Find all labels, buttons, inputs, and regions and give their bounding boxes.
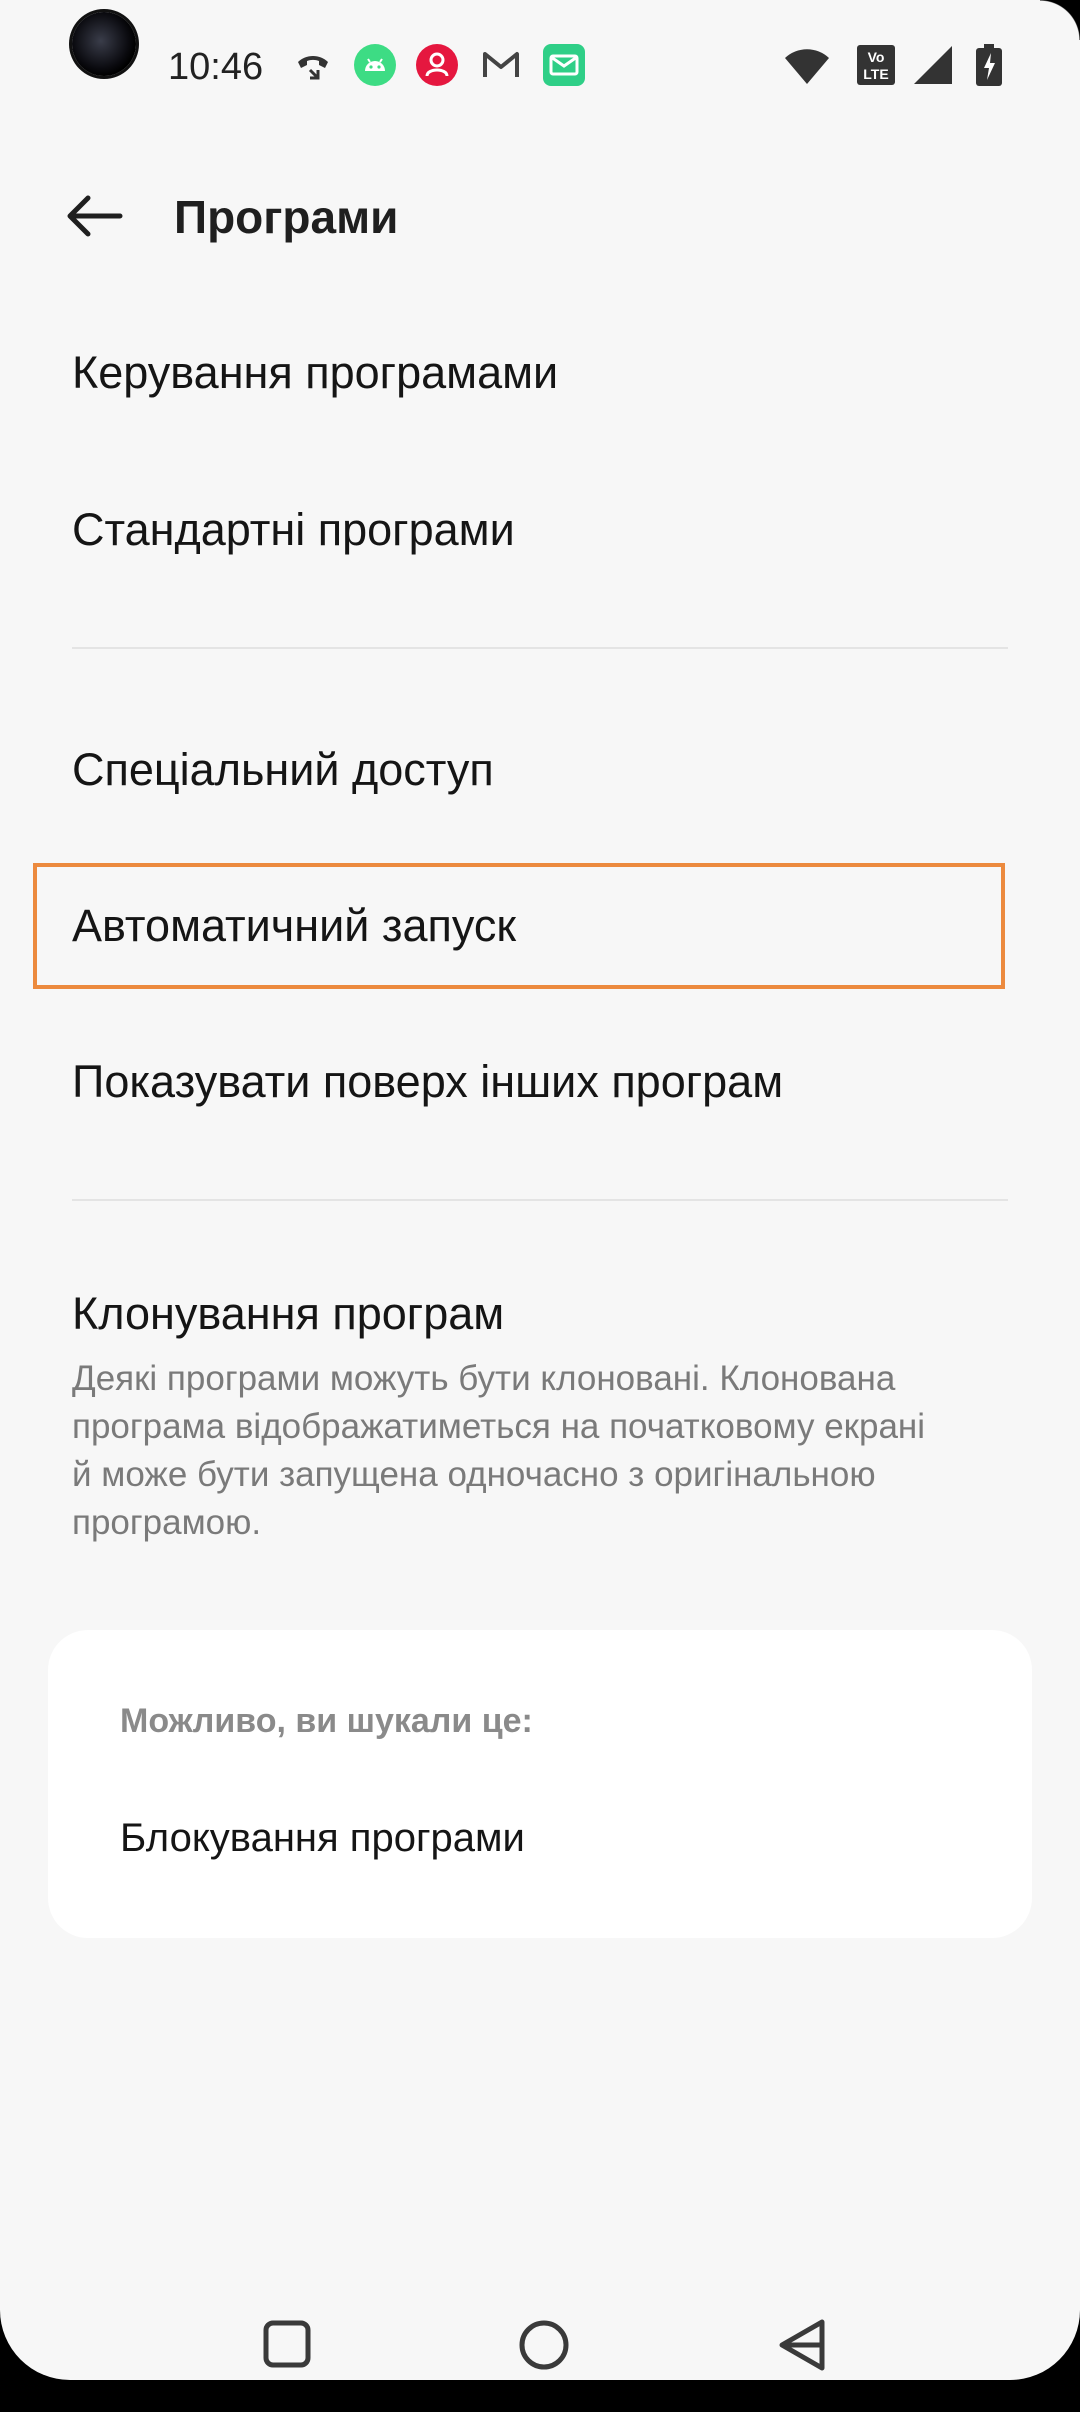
battery-icon	[976, 44, 1002, 86]
back-icon[interactable]	[779, 2319, 825, 2371]
app-cloner-description: Деякі програми можуть бути клоновані. Кл…	[72, 1355, 1012, 1547]
screen: 10:46 Vo LTE Програми Керування програма…	[0, 0, 1080, 2380]
page-title: Програми	[174, 191, 399, 243]
recents-icon[interactable]	[263, 2320, 311, 2368]
menu-item-app-management[interactable]: Керування програмами	[72, 346, 1008, 400]
description-line: й може бути запущена одночасно з оригіна…	[72, 1455, 876, 1494]
menu-item-default-apps[interactable]: Стандартні програми	[72, 503, 1008, 557]
front-camera	[72, 12, 136, 76]
divider	[72, 647, 1008, 649]
menu-item-auto-launch[interactable]: Автоматичний запуск	[72, 899, 1008, 953]
mail-icon	[543, 44, 585, 86]
home-icon[interactable]	[519, 2320, 569, 2370]
suggestions-label: Можливо, ви шукали це:	[120, 1702, 533, 1740]
menu-item-special-access[interactable]: Спеціальний доступ	[72, 743, 1008, 797]
suggestion-item-app-lock[interactable]: Блокування програми	[120, 1816, 525, 1861]
description-line: програма відображатиметься на початковом…	[72, 1407, 926, 1446]
suggestions-card: Можливо, ви шукали це: Блокування програ…	[48, 1630, 1032, 1938]
description-line: Деякі програми можуть бути клоновані. Кл…	[72, 1359, 896, 1398]
divider	[72, 1199, 1008, 1201]
volte-icon: Vo LTE	[857, 45, 895, 85]
volte-top-text: Vo	[868, 49, 885, 65]
menu-item-app-cloner[interactable]: Клонування програм	[72, 1287, 1008, 1341]
description-line: програмою.	[72, 1503, 262, 1542]
status-time: 10:46	[168, 46, 264, 88]
call-icon	[298, 56, 328, 80]
volte-bottom-text: LTE	[863, 66, 888, 82]
back-arrow-icon[interactable]	[60, 180, 132, 252]
navigation-bar	[263, 2319, 825, 2371]
wifi-icon	[785, 49, 829, 84]
android-icon	[354, 44, 396, 86]
gmail-icon	[483, 52, 519, 77]
menu-item-display-over-apps[interactable]: Показувати поверх інших програм	[72, 1055, 1008, 1109]
user-icon	[416, 44, 458, 86]
screen-corner	[1040, 0, 1080, 40]
signal-icon	[914, 46, 952, 84]
